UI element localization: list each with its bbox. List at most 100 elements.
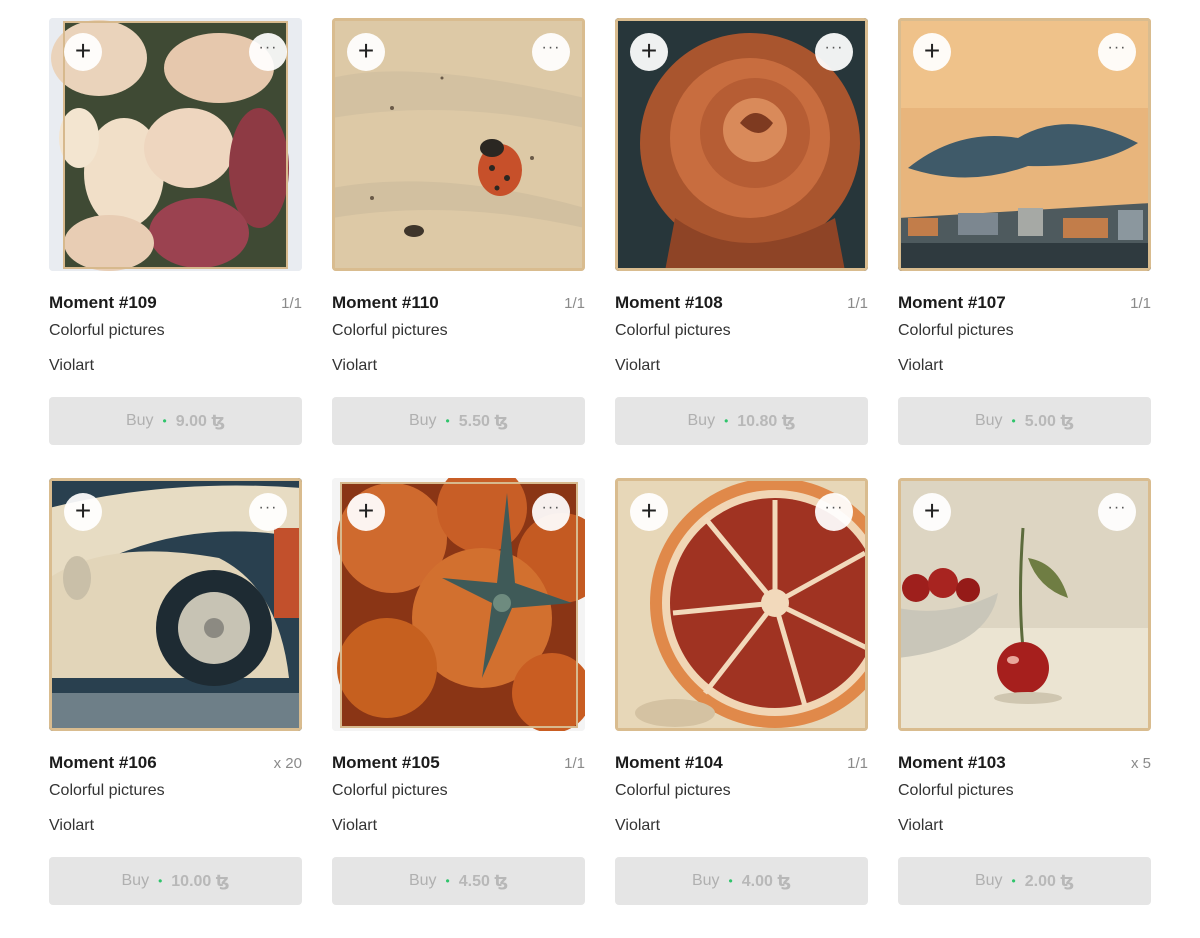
- buy-label: Buy: [125, 412, 154, 429]
- buy-label: Buy: [408, 872, 437, 889]
- artwork-image-rose[interactable]: + ···: [615, 18, 868, 271]
- collection-name[interactable]: Colorful pictures: [332, 322, 585, 340]
- buy-button[interactable]: Buy • 10.00 ꜩ: [49, 857, 302, 905]
- edition-count: x 5: [1130, 755, 1151, 772]
- buy-button[interactable]: Buy • 5.00 ꜩ: [898, 397, 1151, 445]
- artist-name[interactable]: Violart: [898, 817, 1151, 835]
- more-options-button[interactable]: ···: [532, 33, 570, 71]
- buy-button[interactable]: Buy • 4.50 ꜩ: [332, 857, 585, 905]
- artwork-title[interactable]: Moment #108: [615, 293, 723, 313]
- available-dot-icon: •: [445, 414, 450, 428]
- artwork-card[interactable]: + ··· Moment #109 1/1 Colorful pictures …: [49, 18, 302, 478]
- edition-count: 1/1: [281, 295, 302, 312]
- collection-name[interactable]: Colorful pictures: [49, 782, 302, 800]
- more-options-button[interactable]: ···: [249, 33, 287, 71]
- artwork-title[interactable]: Moment #110: [332, 293, 439, 313]
- add-to-collection-button[interactable]: +: [913, 33, 951, 71]
- buy-label: Buy: [408, 412, 437, 429]
- price: 10.80 ꜩ: [737, 413, 796, 430]
- artwork-title[interactable]: Moment #106: [49, 753, 157, 773]
- artwork-card[interactable]: + ··· Moment #104 1/1 Colorful pictures …: [615, 478, 868, 938]
- plus-icon: +: [357, 34, 375, 66]
- artist-name[interactable]: Violart: [49, 817, 302, 835]
- more-dots-icon: ···: [824, 499, 844, 516]
- add-to-collection-button[interactable]: +: [347, 493, 385, 531]
- plus-icon: +: [923, 34, 941, 66]
- available-dot-icon: •: [445, 874, 450, 888]
- artwork-title[interactable]: Moment #107: [898, 293, 1006, 313]
- more-dots-icon: ···: [1107, 39, 1127, 56]
- available-dot-icon: •: [158, 874, 163, 888]
- artist-name[interactable]: Violart: [898, 357, 1151, 375]
- plus-icon: +: [640, 494, 658, 526]
- add-to-collection-button[interactable]: +: [913, 493, 951, 531]
- buy-button[interactable]: Buy • 4.00 ꜩ: [615, 857, 868, 905]
- add-to-collection-button[interactable]: +: [64, 493, 102, 531]
- edition-count: 1/1: [847, 755, 868, 772]
- artwork-image-vintage-car[interactable]: + ···: [49, 478, 302, 731]
- plus-icon: +: [74, 34, 92, 66]
- price: 5.50 ꜩ: [458, 413, 509, 430]
- more-dots-icon: ···: [1107, 499, 1127, 516]
- more-dots-icon: ···: [541, 39, 561, 56]
- artwork-image-garlic[interactable]: + ···: [49, 18, 302, 271]
- artwork-image-sunset-city[interactable]: + ···: [898, 18, 1151, 271]
- more-options-button[interactable]: ···: [1098, 33, 1136, 71]
- collection-name[interactable]: Colorful pictures: [49, 322, 302, 340]
- more-options-button[interactable]: ···: [1098, 493, 1136, 531]
- edition-count: x 20: [273, 755, 302, 772]
- more-dots-icon: ···: [258, 499, 278, 516]
- collection-name[interactable]: Colorful pictures: [898, 322, 1151, 340]
- add-to-collection-button[interactable]: +: [347, 33, 385, 71]
- more-options-button[interactable]: ···: [815, 493, 853, 531]
- edition-count: 1/1: [847, 295, 868, 312]
- price: 2.00 ꜩ: [1024, 873, 1075, 890]
- artwork-title[interactable]: Moment #104: [615, 753, 723, 773]
- artist-name[interactable]: Violart: [332, 817, 585, 835]
- more-dots-icon: ···: [541, 499, 561, 516]
- available-dot-icon: •: [162, 414, 167, 428]
- more-dots-icon: ···: [824, 39, 844, 56]
- add-to-collection-button[interactable]: +: [64, 33, 102, 71]
- buy-label: Buy: [687, 412, 716, 429]
- add-to-collection-button[interactable]: +: [630, 33, 668, 71]
- artist-name[interactable]: Violart: [615, 817, 868, 835]
- artwork-title[interactable]: Moment #105: [332, 753, 440, 773]
- artwork-title[interactable]: Moment #103: [898, 753, 1006, 773]
- plus-icon: +: [74, 494, 92, 526]
- artwork-card[interactable]: + ··· Moment #110 1/1 Colorful pictures …: [332, 18, 585, 478]
- artwork-card[interactable]: + ··· Moment #105 1/1 Colorful pictures …: [332, 478, 585, 938]
- collection-name[interactable]: Colorful pictures: [615, 322, 868, 340]
- plus-icon: +: [923, 494, 941, 526]
- edition-count: 1/1: [1130, 295, 1151, 312]
- artist-name[interactable]: Violart: [49, 357, 302, 375]
- buy-button[interactable]: Buy • 2.00 ꜩ: [898, 857, 1151, 905]
- artwork-image-ladybug[interactable]: + ···: [332, 18, 585, 271]
- collection-name[interactable]: Colorful pictures: [615, 782, 868, 800]
- price: 10.00 ꜩ: [171, 873, 230, 890]
- buy-button[interactable]: Buy • 9.00 ꜩ: [49, 397, 302, 445]
- buy-label: Buy: [121, 872, 150, 889]
- artwork-image-blood-orange[interactable]: + ···: [615, 478, 868, 731]
- artwork-card[interactable]: + ··· Moment #108 1/1 Colorful pictures …: [615, 18, 868, 478]
- more-options-button[interactable]: ···: [815, 33, 853, 71]
- artwork-card[interactable]: + ··· Moment #103 x 5 Colorful pictures …: [898, 478, 1151, 938]
- artwork-title[interactable]: Moment #109: [49, 293, 157, 313]
- collection-name[interactable]: Colorful pictures: [332, 782, 585, 800]
- buy-button[interactable]: Buy • 10.80 ꜩ: [615, 397, 868, 445]
- plus-icon: +: [357, 494, 375, 526]
- add-to-collection-button[interactable]: +: [630, 493, 668, 531]
- collection-name[interactable]: Colorful pictures: [898, 782, 1151, 800]
- more-options-button[interactable]: ···: [249, 493, 287, 531]
- artwork-card[interactable]: + ··· Moment #107 1/1 Colorful pictures …: [898, 18, 1151, 478]
- artwork-image-cherries[interactable]: + ···: [898, 478, 1151, 731]
- artist-name[interactable]: Violart: [615, 357, 868, 375]
- more-options-button[interactable]: ···: [532, 493, 570, 531]
- available-dot-icon: •: [1011, 414, 1016, 428]
- artwork-image-tomatoes[interactable]: + ···: [332, 478, 585, 731]
- artwork-card[interactable]: + ··· Moment #106 x 20 Colorful pictures…: [49, 478, 302, 938]
- edition-count: 1/1: [564, 755, 585, 772]
- buy-button[interactable]: Buy • 5.50 ꜩ: [332, 397, 585, 445]
- artist-name[interactable]: Violart: [332, 357, 585, 375]
- price: 4.50 ꜩ: [458, 873, 509, 890]
